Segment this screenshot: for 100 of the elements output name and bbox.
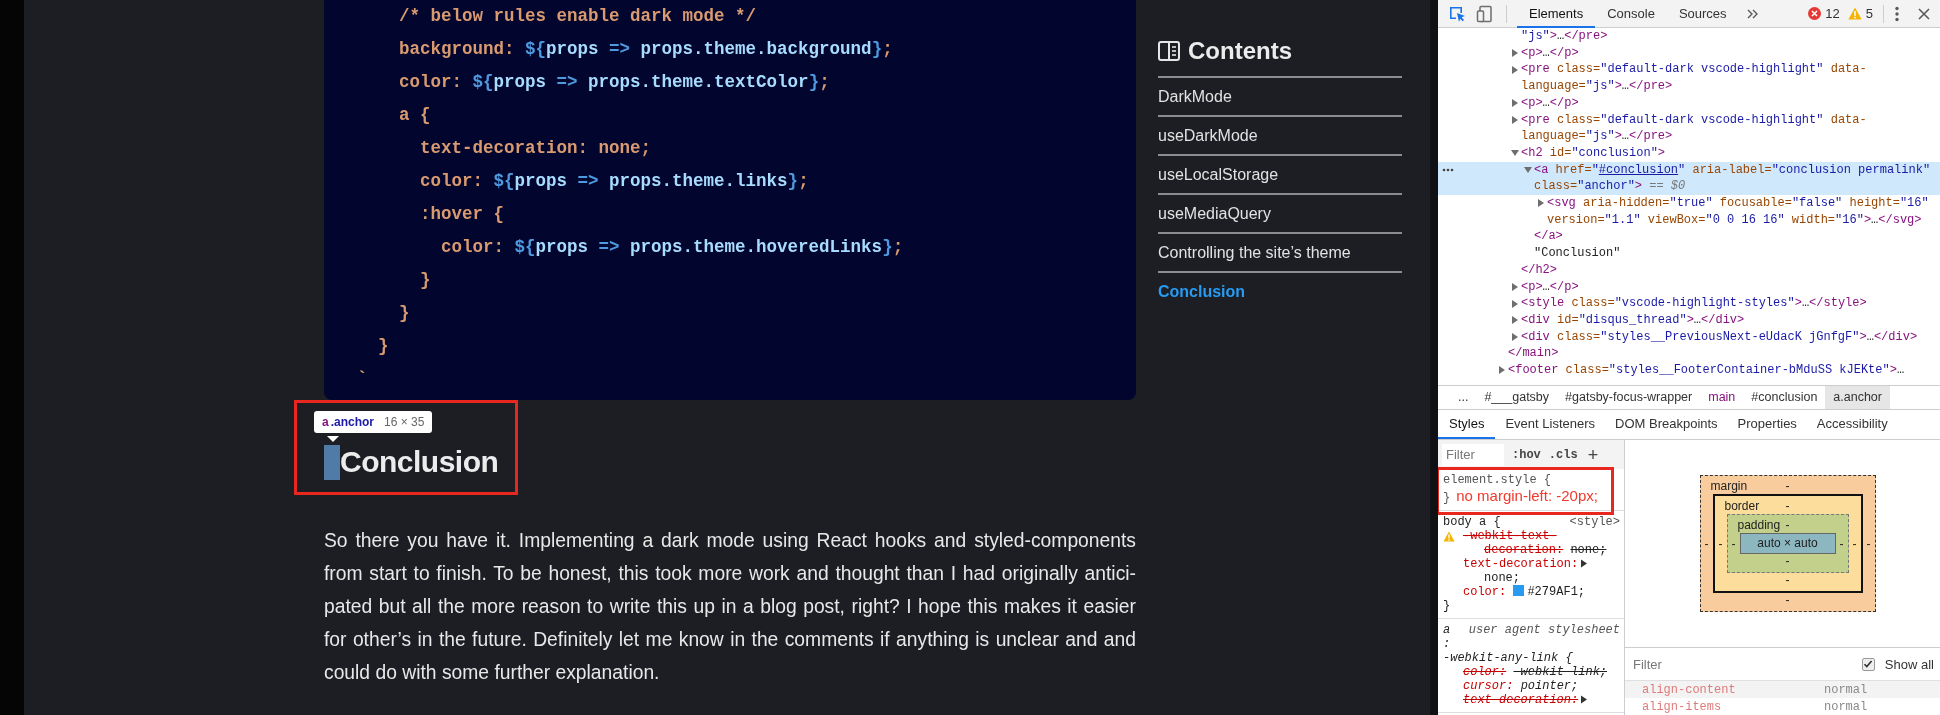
stylesheet-source[interactable]: <style> xyxy=(1569,515,1620,529)
annotation-note: no margin-left: -20px; xyxy=(1456,487,1598,505)
breadcrumb[interactable]: a.anchor xyxy=(1825,386,1890,409)
dom-row[interactable]: <h2 id="conclusion"> xyxy=(1438,144,1940,162)
dom-row[interactable]: <style class="vscode-highlight-styles">…</style> xyxy=(1438,295,1940,312)
hover-state-button[interactable]: :hov xyxy=(1512,447,1541,462)
contents-link[interactable]: useMediaQuery xyxy=(1158,195,1402,234)
inspect-icon[interactable] xyxy=(1448,4,1466,23)
code-line: /* below rules enable dark mode */ xyxy=(398,5,757,28)
book-icon xyxy=(1158,41,1180,61)
box-model-value: - xyxy=(1704,536,1709,551)
dom-node-markup: <p>…</p> xyxy=(1521,278,1580,296)
dom-row[interactable]: <svg aria-hidden="true" focusable="false" height="16" version="1.1" viewBox="0 0 16 16" width="16">…</svg> xyxy=(1438,195,1940,229)
css-selector: : xyxy=(1443,637,1451,651)
more-icon[interactable] xyxy=(1442,167,1454,172)
devtools-tab[interactable]: Elements xyxy=(1517,0,1596,28)
kebab-menu-icon[interactable] xyxy=(1894,5,1900,22)
class-button[interactable]: .cls xyxy=(1548,447,1578,462)
dom-row[interactable]: "js">…</pre> xyxy=(1438,28,1940,45)
code-line: background: ${props => props.theme.background}; xyxy=(398,38,893,61)
dom-row[interactable]: <pre class="default-dark vscode-highlight" data-language="js">…</pre> xyxy=(1438,111,1940,145)
warning-icon xyxy=(1847,7,1862,20)
box-model-value: - xyxy=(1852,536,1857,551)
breadcrumb[interactable]: #gatsby-focus-wrapper xyxy=(1557,386,1701,409)
anchor-highlight xyxy=(324,444,340,480)
close-icon[interactable] xyxy=(1918,7,1930,20)
dom-node-markup: <pre class="default-dark vscode-highlight" data-language="js">…</pre> xyxy=(1521,111,1868,145)
breadcrumb[interactable]: main xyxy=(1700,386,1744,409)
dom-row[interactable]: <a href="#conclusion" aria-label="conclusion permalink" class="anchor"> == $0 xyxy=(1438,161,1940,196)
dom-row[interactable]: <pre class="default-dark vscode-highlight" data-language="js">…</pre> xyxy=(1438,61,1940,95)
rule-close-brace: } xyxy=(1443,491,1451,505)
computed-property: align-content xyxy=(1642,682,1737,697)
css-value: #279AF1; xyxy=(1527,585,1586,599)
css-property: -webkit-text-decoration: xyxy=(1463,529,1564,557)
breadcrumb[interactable]: #conclusion xyxy=(1743,386,1826,409)
dom-node-markup: </a> xyxy=(1534,228,1564,246)
dom-row[interactable]: <p>…</p> xyxy=(1438,94,1940,112)
dom-node-markup: <p>…</p> xyxy=(1521,44,1580,62)
code-line: :hover { xyxy=(419,203,505,226)
css-property: text-decoration: xyxy=(1463,557,1579,571)
panel-tab[interactable]: DOM Breakpoints xyxy=(1605,410,1728,439)
warning-count[interactable]: 5 xyxy=(1865,6,1873,21)
dom-node-markup: <div class="styles__PreviousNext-eUdacK jGnfgF">…</div> xyxy=(1521,328,1919,346)
dom-node-markup: <h2 id="conclusion"> xyxy=(1521,144,1667,162)
contents-link[interactable]: Conclusion xyxy=(1158,273,1402,310)
filter-field[interactable]: Filter xyxy=(1442,443,1504,466)
device-icon[interactable] xyxy=(1476,4,1494,23)
css-property: color: xyxy=(1463,665,1507,679)
checkbox-label[interactable]: Show all xyxy=(1884,656,1934,672)
code-line: } xyxy=(419,269,431,292)
box-model-label: margin xyxy=(1709,479,1749,493)
section-heading: Conclusion xyxy=(340,445,499,479)
code-line: ` xyxy=(357,368,368,391)
dom-node-markup: <p>…</p> xyxy=(1521,94,1580,112)
contents-link[interactable]: DarkMode xyxy=(1158,78,1402,117)
box-model-value: - xyxy=(1731,536,1736,551)
box-model-value: - xyxy=(1839,536,1844,551)
breadcrumb[interactable]: ... xyxy=(1450,386,1477,409)
devtools-tab[interactable]: Console xyxy=(1595,0,1667,28)
css-selector: body a { xyxy=(1443,515,1501,529)
contents-link[interactable]: useLocalStorage xyxy=(1158,156,1402,195)
dom-row[interactable]: <div class="styles__PreviousNext-eUdacK jGnfgF">…</div> xyxy=(1438,328,1940,346)
dom-node-markup: <pre class="default-dark vscode-highlight" data-language="js">…</pre> xyxy=(1521,61,1868,95)
dom-row[interactable]: <div id="disqus_thread">…</div> xyxy=(1438,311,1940,329)
css-value: pointer; xyxy=(1520,679,1579,693)
panel-tab[interactable]: Properties xyxy=(1727,410,1807,439)
panel-tab[interactable]: Event Listeners xyxy=(1495,410,1605,439)
error-count[interactable]: 12 xyxy=(1825,6,1840,21)
dom-node-markup: "Conclusion" xyxy=(1534,245,1622,262)
panel-tab[interactable]: Accessibility xyxy=(1806,410,1898,439)
dom-row[interactable]: <p>…</p> xyxy=(1438,278,1940,296)
dom-row[interactable]: <p>…</p> xyxy=(1438,44,1940,62)
css-value: -webkit-link; xyxy=(1513,665,1608,679)
stylesheet-source[interactable]: user agent stylesheet xyxy=(1468,623,1620,637)
dom-node-markup: <div id="disqus_thread">…</div> xyxy=(1521,311,1746,329)
content-box: auto × auto xyxy=(1739,533,1836,554)
contents-link[interactable]: useDarkMode xyxy=(1158,117,1402,156)
dom-node-markup: </h2> xyxy=(1521,261,1558,279)
more-tabs-icon[interactable] xyxy=(1746,7,1759,20)
breadcrumb[interactable]: #___gatsby xyxy=(1476,386,1558,409)
expand-triangle-icon[interactable] xyxy=(1580,695,1589,704)
box-model-value: - xyxy=(1785,499,1790,513)
dom-row[interactable]: <footer class="styles__FooterContainer-bMduSS kJEKte">… xyxy=(1438,362,1940,379)
box-model-label: padding xyxy=(1736,518,1782,532)
box-model-value: - xyxy=(1785,479,1790,493)
devtools-tab[interactable]: Sources xyxy=(1666,0,1739,28)
box-model-value: - xyxy=(1785,573,1790,587)
new-rule-button[interactable]: + xyxy=(1587,447,1599,462)
contents-link[interactable]: Controlling the site’s theme xyxy=(1158,234,1402,273)
code-line: text-decoration: none; xyxy=(419,137,652,160)
expand-triangle-icon[interactable] xyxy=(1580,559,1589,568)
dom-node-markup: <style class="vscode-highlight-styles">…</style> xyxy=(1521,295,1868,312)
css-property: color: xyxy=(1463,585,1507,599)
box-model-value: - xyxy=(1785,593,1790,607)
css-selector: a xyxy=(1443,623,1451,637)
code-line: } xyxy=(398,302,410,325)
computed-value: normal xyxy=(1824,699,1868,714)
color-swatch[interactable] xyxy=(1513,585,1525,596)
css-value: none; xyxy=(1570,543,1607,557)
dom-row[interactable]: "Conclusion" xyxy=(1438,245,1940,262)
